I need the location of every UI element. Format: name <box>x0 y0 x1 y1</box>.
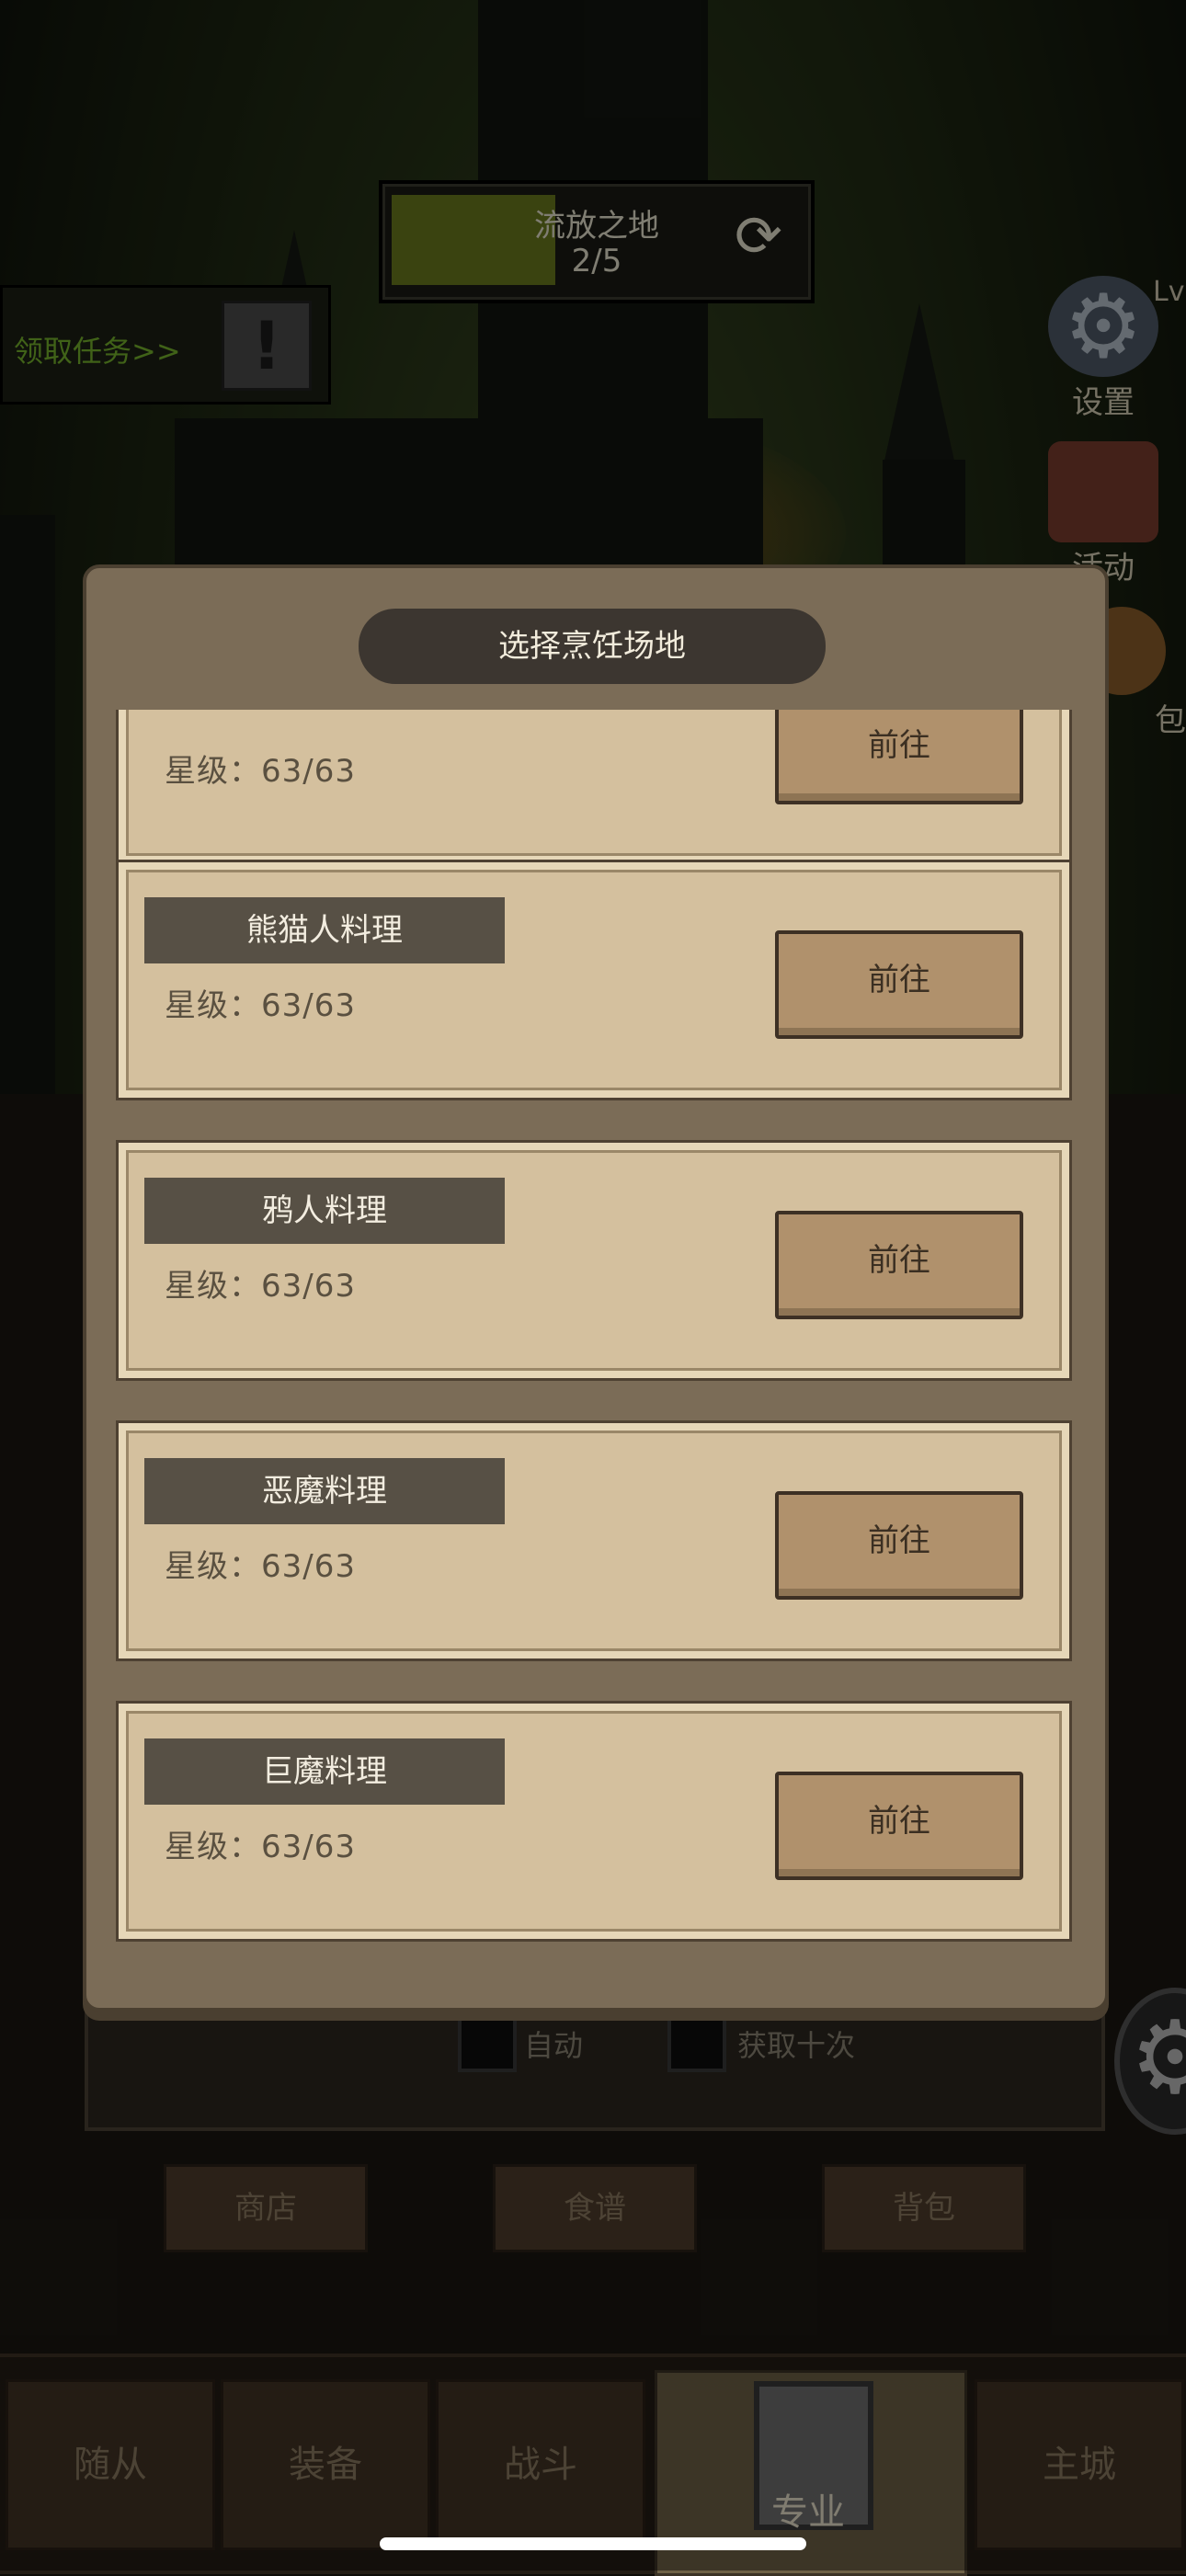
star-level: 星级：63/63 <box>165 753 356 790</box>
list-item: 星级：63/63 前往 <box>116 710 1072 866</box>
list-item: 鸦人料理 星级：63/63 前往 <box>116 1140 1072 1381</box>
cuisine-name: 鸦人料理 <box>144 1178 505 1244</box>
list-item: 熊猫人料理 星级：63/63 前往 <box>116 860 1072 1100</box>
cuisine-name: 恶魔料理 <box>144 1458 505 1524</box>
star-level: 星级：63/63 <box>165 987 356 1024</box>
list-item: 巨魔料理 星级：63/63 前往 <box>116 1701 1072 1942</box>
go-button[interactable]: 前往 <box>775 930 1023 1039</box>
star-level: 星级：63/63 <box>165 1548 356 1585</box>
site-list[interactable]: 星级：63/63 前往 熊猫人料理 星级：63/63 前往 鸦人料理 星级：63… <box>110 710 1074 1947</box>
go-button[interactable]: 前往 <box>775 1491 1023 1600</box>
star-level: 星级：63/63 <box>165 1268 356 1305</box>
go-button[interactable]: 前往 <box>775 1211 1023 1319</box>
home-indicator[interactable] <box>380 2537 806 2550</box>
cuisine-name: 巨魔料理 <box>144 1738 505 1805</box>
cuisine-name: 熊猫人料理 <box>144 897 505 963</box>
dialog-title: 选择烹饪场地 <box>359 609 826 684</box>
go-button[interactable]: 前往 <box>775 710 1023 804</box>
go-button[interactable]: 前往 <box>775 1772 1023 1880</box>
star-level: 星级：63/63 <box>165 1829 356 1865</box>
list-item: 恶魔料理 星级：63/63 前往 <box>116 1420 1072 1661</box>
